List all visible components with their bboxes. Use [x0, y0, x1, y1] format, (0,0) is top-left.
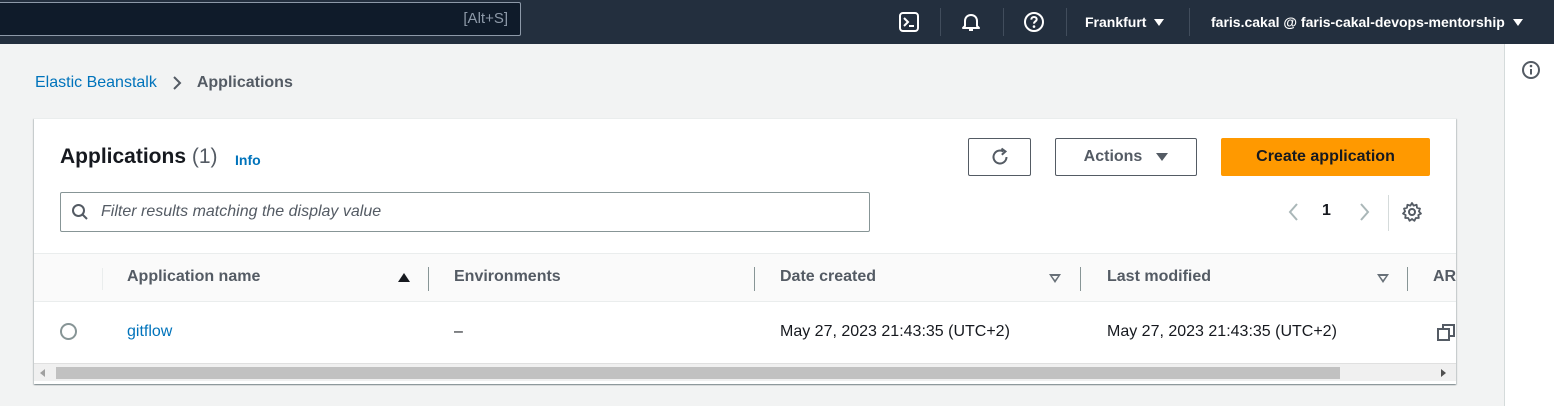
global-search-input[interactable]: [Alt+S] [0, 2, 521, 36]
panel-title: Applications (1) [60, 145, 218, 169]
top-navigation-bar: [Alt+S] Frankfurt faris.cakal @ faris-ca… [0, 0, 1554, 44]
create-application-label: Create application [1256, 148, 1395, 165]
breadcrumb-link-elastic-beanstalk[interactable]: Elastic Beanstalk [35, 74, 157, 92]
column-header-application-name[interactable]: Application name [127, 268, 260, 286]
horizontal-scrollbar[interactable] [34, 363, 1456, 381]
help-icon[interactable] [1021, 0, 1047, 44]
table-row: gitflow – May 27, 2023 21:43:35 (UTC+2) … [34, 303, 1456, 363]
column-header-date-created[interactable]: Date created [780, 268, 876, 286]
nav-separator [940, 8, 941, 36]
breadcrumb-current: Applications [196, 74, 293, 91]
scroll-right-arrow-icon[interactable] [1441, 369, 1446, 377]
panel-title-text: Applications [60, 145, 187, 168]
info-link[interactable]: Info [235, 152, 261, 168]
sort-descending-icon[interactable] [1049, 274, 1061, 283]
notifications-bell-icon[interactable] [958, 0, 984, 44]
applications-panel: Applications (1) Info Actions Create app… [34, 118, 1456, 384]
last-modified-cell: May 27, 2023 21:43:35 (UTC+2) [1107, 323, 1337, 340]
chevron-right-icon [171, 75, 183, 91]
column-header-arn[interactable]: AR [1433, 268, 1456, 286]
create-application-button[interactable]: Create application [1221, 138, 1430, 176]
sort-ascending-icon[interactable] [398, 273, 410, 282]
search-shortcut-hint: [Alt+S] [463, 10, 508, 27]
sort-descending-icon[interactable] [1377, 274, 1389, 283]
refresh-button[interactable] [968, 138, 1031, 176]
region-label: Frankfurt [1085, 14, 1147, 30]
scrollbar-thumb[interactable] [56, 367, 1340, 379]
next-page-icon[interactable] [1356, 201, 1372, 228]
column-header-last-modified[interactable]: Last modified [1107, 268, 1211, 286]
pager-separator [1388, 195, 1389, 231]
filter-input[interactable]: Filter results matching the display valu… [60, 192, 870, 232]
actions-label: Actions [1083, 148, 1143, 165]
scroll-left-arrow-icon[interactable] [40, 369, 45, 377]
info-panel-icon[interactable] [1521, 60, 1541, 85]
chevron-down-icon [1154, 18, 1165, 26]
copy-icon[interactable] [1436, 323, 1456, 348]
search-icon [71, 203, 89, 226]
panel-count: (1) [191, 145, 218, 168]
actions-dropdown-button[interactable]: Actions [1055, 138, 1197, 176]
nav-separator [1066, 8, 1067, 36]
nav-separator [1189, 8, 1190, 36]
table-header: Application name Environments Date creat… [34, 253, 1456, 302]
filter-placeholder: Filter results matching the display valu… [101, 203, 382, 220]
column-separator [102, 268, 103, 290]
column-resizer[interactable] [1080, 267, 1081, 291]
column-resizer[interactable] [428, 267, 429, 291]
chevron-down-icon [1512, 18, 1523, 26]
caret-down-icon [1156, 153, 1169, 161]
column-header-environments[interactable]: Environments [454, 268, 561, 286]
region-selector[interactable]: Frankfurt [1085, 0, 1165, 44]
cloudshell-icon[interactable] [896, 0, 922, 44]
date-created-cell: May 27, 2023 21:43:35 (UTC+2) [780, 323, 1010, 340]
page-number[interactable]: 1 [1322, 202, 1331, 220]
column-resizer[interactable] [1407, 267, 1408, 291]
gear-icon[interactable] [1401, 201, 1423, 228]
refresh-icon [992, 147, 1007, 165]
environments-cell: – [454, 323, 463, 340]
previous-page-icon[interactable] [1286, 201, 1302, 228]
account-menu[interactable]: faris.cakal @ faris-cakal-devops-mentors… [1211, 0, 1523, 44]
nav-separator [1003, 8, 1004, 36]
application-name-link[interactable]: gitflow [127, 323, 172, 341]
column-resizer[interactable] [754, 267, 755, 291]
right-tools-rail [1504, 44, 1554, 406]
breadcrumb: Elastic Beanstalk Applications [35, 73, 293, 93]
account-label: faris.cakal @ faris-cakal-devops-mentors… [1211, 14, 1505, 30]
row-select-radio[interactable] [60, 323, 77, 340]
